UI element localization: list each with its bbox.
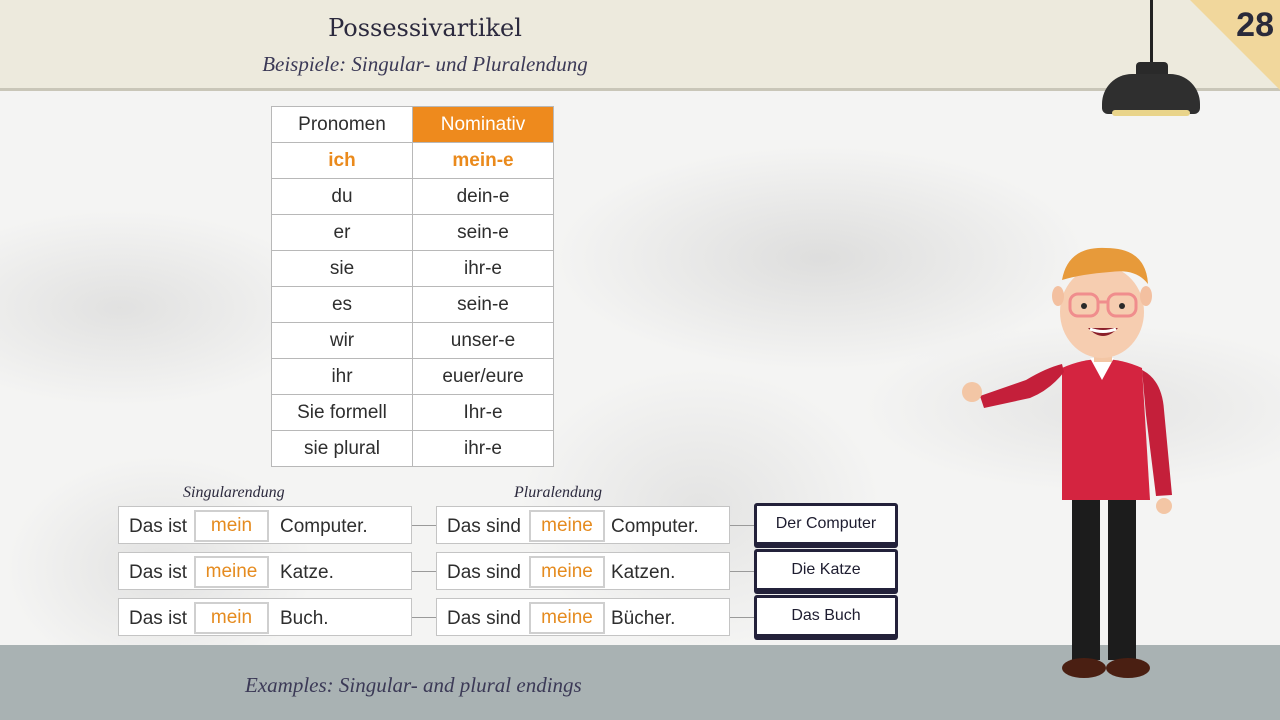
plural-label: Pluralendung (514, 484, 602, 501)
table-cell: sein-e (412, 286, 554, 323)
lamp-icon (1102, 74, 1200, 114)
table-row: Sie formell Ihr-e (271, 394, 554, 431)
noun-box-katze: Die Katze (754, 549, 898, 591)
table-row: ihr euer/eure (271, 358, 554, 395)
right-leg (1108, 490, 1136, 660)
header-nominativ: Nominativ (412, 106, 554, 143)
singular-sentence-1: Das ist mein Computer. (118, 506, 412, 544)
table-cell: ihr-e (412, 430, 554, 467)
header-pronomen: Pronomen (271, 106, 413, 143)
right-ear (1140, 286, 1152, 306)
footer-translation: Examples: Singular- and plural endings (245, 673, 582, 697)
left-hand (962, 382, 982, 402)
table-header-row: Pronomen Nominativ (271, 106, 554, 143)
singular-sentence-2: Das ist meine Katze. (118, 552, 412, 590)
article-box: meine (194, 556, 269, 588)
noun-box-buch: Das Buch (754, 595, 898, 637)
left-arm (980, 364, 1064, 408)
table-cell: ich (271, 142, 413, 179)
header-bar: Possessivartikel Beispiele: Singular- un… (0, 0, 1280, 91)
singular-label: Singularendung (183, 484, 285, 501)
table-cell: es (271, 286, 413, 323)
connector-line (730, 617, 754, 618)
table-cell: sein-e (412, 214, 554, 251)
left-leg (1072, 490, 1100, 660)
right-hand (1156, 498, 1172, 514)
table-row: wir unser-e (271, 322, 554, 359)
table-cell: du (271, 178, 413, 215)
plural-sentence-1: Das sind meine Computer. (436, 506, 730, 544)
possessive-table: Pronomen Nominativ ich mein-e du dein-e … (271, 106, 554, 467)
sentence-noun: Computer. (611, 516, 699, 537)
page-subtitle: Beispiele: Singular- und Pluralendung (262, 52, 588, 76)
table-row: ich mein-e (271, 142, 554, 179)
table-cell: sie (271, 250, 413, 287)
connector-line (730, 525, 754, 526)
sentence-start: Das sind (447, 516, 521, 537)
article-box: meine (529, 510, 605, 542)
table-row: es sein-e (271, 286, 554, 323)
sweater (1062, 359, 1150, 500)
table-row: du dein-e (271, 178, 554, 215)
sentence-noun: Buch. (280, 608, 329, 629)
noun-box-computer: Der Computer (754, 503, 898, 545)
sentence-noun: Katzen. (611, 562, 676, 583)
sentence-start: Das ist (129, 562, 188, 583)
table-cell: mein-e (412, 142, 554, 179)
article-box: meine (529, 602, 605, 634)
left-shoe (1062, 658, 1106, 678)
table-cell: Sie formell (271, 394, 413, 431)
sentence-start: Das ist (129, 608, 188, 629)
table-row: sie ihr-e (271, 250, 554, 287)
right-shoe (1106, 658, 1150, 678)
left-eye (1081, 303, 1087, 309)
table-cell: wir (271, 322, 413, 359)
sentence-noun: Katze. (280, 562, 334, 583)
connector-line (412, 525, 436, 526)
table-cell: euer/eure (412, 358, 554, 395)
sentence-start: Das ist (129, 516, 188, 537)
page-title: Possessivartikel (328, 14, 522, 42)
table-cell: Ihr-e (412, 394, 554, 431)
plural-sentence-2: Das sind meine Katzen. (436, 552, 730, 590)
article-box: mein (194, 602, 269, 634)
table-cell: er (271, 214, 413, 251)
table-row: er sein-e (271, 214, 554, 251)
connector-line (730, 571, 754, 572)
sentence-start: Das sind (447, 562, 521, 583)
connector-line (412, 571, 436, 572)
lamp-glow (1112, 110, 1190, 116)
sentence-noun: Bücher. (611, 608, 676, 629)
table-row: sie plural ihr-e (271, 430, 554, 467)
table-cell: sie plural (271, 430, 413, 467)
lamp-cord (1150, 0, 1153, 70)
table-cell: ihr-e (412, 250, 554, 287)
article-box: mein (194, 510, 269, 542)
table-cell: ihr (271, 358, 413, 395)
table-cell: dein-e (412, 178, 554, 215)
connector-line (412, 617, 436, 618)
sentence-start: Das sind (447, 608, 521, 629)
sentence-noun: Computer. (280, 516, 368, 537)
article-box: meine (529, 556, 605, 588)
page-number: 28 (1236, 6, 1274, 44)
right-eye (1119, 303, 1125, 309)
plural-sentence-3: Das sind meine Bücher. (436, 598, 730, 636)
teacher-illustration (962, 247, 1172, 678)
singular-sentence-3: Das ist mein Buch. (118, 598, 412, 636)
left-ear (1052, 286, 1064, 306)
table-cell: unser-e (412, 322, 554, 359)
